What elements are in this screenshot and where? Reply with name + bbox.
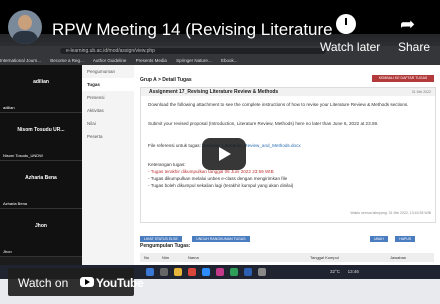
system-tray: 32°C 13:46 [330,269,359,274]
excel-icon[interactable] [230,268,238,276]
clock-icon[interactable] [336,14,356,34]
note-text: - Tugas boleh dikumpul sekalian lagi (te… [148,183,294,188]
keterangan-label: Keterangan tugas: [148,162,186,167]
share-label[interactable]: Share [398,40,430,54]
submission-heading: Pengumpulan Tugas: [140,243,191,249]
participant-name: Nisom Tosudu UR... [17,127,65,133]
settings-icon[interactable] [258,268,266,276]
zoom-icon[interactable] [202,268,210,276]
deadline-text: - Tugas terakhir dikumpulkan tanggal 06 … [148,169,274,174]
sidebar-item-tugas[interactable]: Tugas [82,78,134,91]
youtube-wordmark: YouTube [96,276,144,290]
participant-label: Jhon [3,249,12,254]
delete-button[interactable]: HAPUS [395,236,416,242]
video-title[interactable]: RPW Meeting 14 (Revising Literature Re..… [52,20,334,40]
participant-label: Nisom Tosudu_UNDW [3,153,43,158]
assignment-card: Assignment 17_Revising Literature Review… [140,87,436,223]
bookmark-item[interactable]: Presents Media [136,58,167,63]
channel-avatar[interactable] [8,10,42,44]
participant-tile[interactable]: adilian adilian [0,65,82,113]
bookmarks-bar: International Journ... Become a Reg... A… [0,56,440,65]
submission-table-header: No Nim Nama Tanggal Kumpul Jawaban [140,253,434,262]
edit-buttons: UBAH HAPUS [370,227,418,245]
column-header: Nim [162,255,170,260]
view-status-button[interactable]: LIHAT STATUS ELSE [140,236,182,242]
share-icon[interactable]: ➦ [400,14,415,35]
updated-text: Waktu semua laknyang: 31 Mei 2022, 13:43… [350,211,431,215]
download-summary-button[interactable]: UNDUH RANGKUMAN TUGAS [192,236,250,242]
collect-text: - Tugas dikumpulkan melalui unbes e-clas… [148,176,288,181]
participant-tile[interactable]: Nisom Tosudu UR... Nisom Tosudu_UNDW [0,113,82,161]
avatar-head [18,15,32,30]
assignment-header: Assignment 17_Revising Literature Review… [141,88,435,96]
youtube-logo-icon [80,277,94,287]
participant-name: adilian [33,79,49,85]
start-icon[interactable] [146,268,154,276]
assignment-title: Assignment 17_Revising Literature Review… [149,89,279,95]
sidebar-item-pengumuman[interactable]: Pengumuman [82,65,134,78]
file-label-text: File referensi untuk tugas: [148,143,201,148]
search-icon[interactable] [160,268,168,276]
participant-name: Azharia Bena [25,175,57,181]
participant-label: Azharia Bena [3,201,28,206]
word-icon[interactable] [244,268,252,276]
sidebar-item-presensi[interactable]: Presensi [82,91,134,104]
avatar-body [12,31,38,44]
participant-gallery: adilian adilian Nisom Tosudu UR... Nisom… [0,65,82,265]
breadcrumb: Grup A > Detail Tugas [140,77,192,83]
watch-later-label[interactable]: Watch later [320,40,380,54]
course-sidebar: Pengumuman Tugas Presensi Aktivitas Nila… [82,65,134,265]
edit-button[interactable]: UBAH [370,236,388,242]
play-button[interactable] [202,138,246,170]
column-header: Jawaban [390,255,407,260]
bookmark-item[interactable]: Author Guideline [93,58,127,63]
watch-on-youtube-button[interactable]: Watch on YouTube [8,268,144,296]
instruction-text: Download the following attachment to see… [148,102,409,107]
clock-text: 13:46 [347,269,359,274]
back-to-list-button[interactable]: KEMBALI KE DAFTAR TUGAS [372,75,434,82]
app-icon[interactable] [216,268,224,276]
column-header: Tanggal Kumpul [310,255,339,260]
main-content: Grup A > Detail Tugas KEMBALI KE DAFTAR … [134,65,440,265]
column-header: No [144,255,150,260]
url-field[interactable]: e-learning.ub.ac.id/mod/assign/view.php [60,48,326,54]
bookmark-item[interactable]: Springer Nature... [176,58,212,63]
file-label: File referensi untuk tugas: Revising_Lit… [148,143,428,149]
bookmark-item[interactable]: Become a Reg... [50,58,84,63]
assignment-date: 31 Mei 2022 [411,90,431,94]
participant-tile[interactable]: Azharia Bena Azharia Bena [0,161,82,209]
chrome-icon[interactable] [188,268,196,276]
sidebar-item-aktivitas[interactable]: Aktivitas [82,104,134,117]
column-header: Nama [188,255,199,260]
weather-text: 32°C [330,269,341,274]
folder-icon[interactable] [174,268,182,276]
bookmark-item[interactable]: International Journ... [0,58,41,63]
submission-text: Submit your revised proposal (Introducti… [148,121,379,126]
sidebar-item-nilai[interactable]: Nilai [82,117,134,130]
sidebar-item-peserta[interactable]: Peserta [82,130,134,143]
participant-label: adilian [3,105,15,110]
bookmark-item[interactable]: Ebook... [221,58,238,63]
participant-name: Jhon [35,223,47,229]
participant-tile[interactable]: Jhon Jhon [0,209,82,257]
watch-on-label: Watch on [18,276,69,290]
